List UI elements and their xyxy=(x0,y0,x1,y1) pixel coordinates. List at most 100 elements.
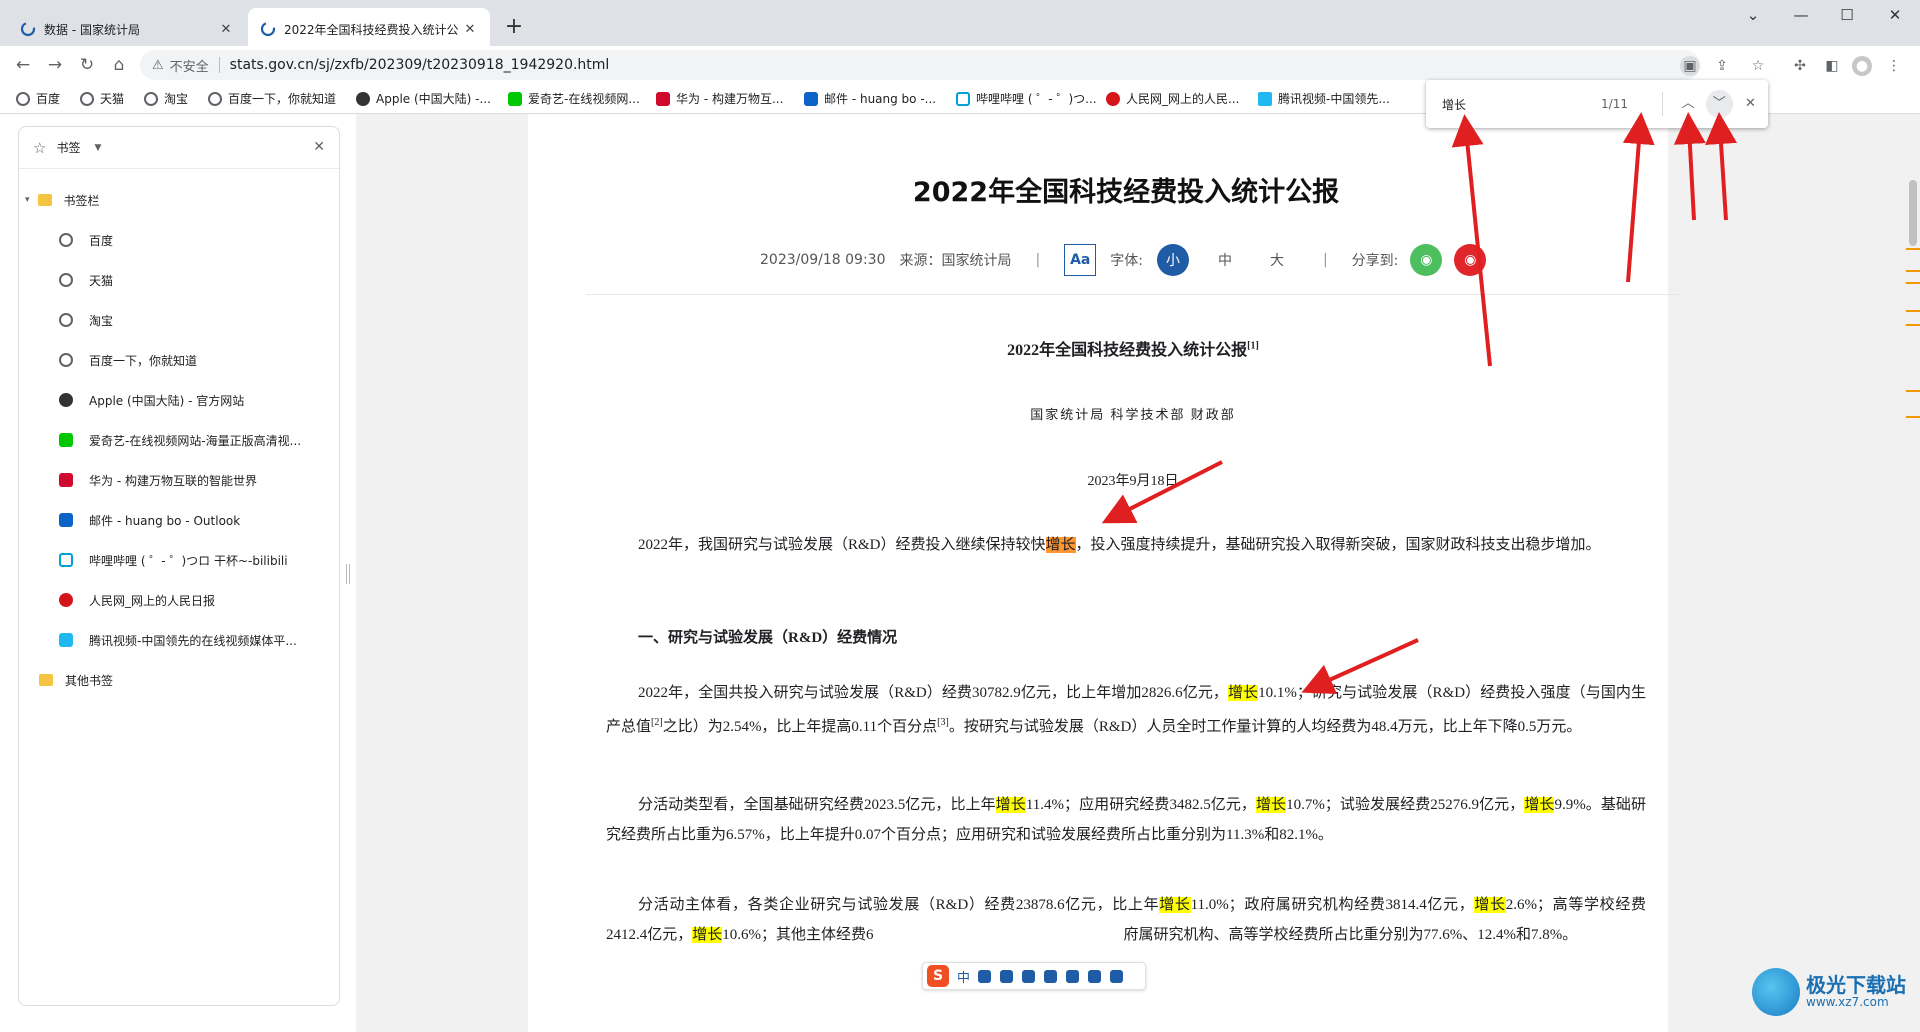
stats-favicon-icon xyxy=(20,21,36,37)
sidebar-item-outlook[interactable]: 邮件 - huang bo - Outlook xyxy=(59,505,240,535)
folder-other-bookmarks[interactable]: 其他书签 xyxy=(39,665,113,695)
page-scrollbar[interactable] xyxy=(1906,114,1920,1032)
watermark-name: 极光下载站 xyxy=(1806,973,1906,997)
iqiyi-icon xyxy=(59,433,73,447)
maximize-button[interactable]: ☐ xyxy=(1824,0,1870,32)
sidebar-item-taobao[interactable]: 淘宝 xyxy=(59,305,113,335)
stats-favicon-icon xyxy=(260,21,276,37)
expand-arrow-icon[interactable]: ▾ xyxy=(25,195,30,205)
home-button[interactable]: ⌂ xyxy=(106,52,132,78)
match-marker xyxy=(1906,310,1920,312)
side-panel-title[interactable]: 书签 xyxy=(56,139,80,156)
sogou-logo-icon[interactable]: S xyxy=(927,965,949,987)
scrollbar-thumb[interactable] xyxy=(1909,180,1917,246)
tab-strip: 数据 - 国家统计局 ✕ 2022年全国科技经费投入统计公 ✕ + ⌄ — ☐ … xyxy=(0,0,1920,50)
font-large-button[interactable]: 大 xyxy=(1261,244,1293,276)
omnibox-divider xyxy=(218,57,220,73)
microphone-icon[interactable] xyxy=(1000,969,1014,983)
star-icon: ☆ xyxy=(33,138,47,157)
footnote-ref[interactable]: [1] xyxy=(1247,341,1259,352)
wechat-share-icon[interactable]: ◉ xyxy=(1410,244,1443,276)
ime-toolbar: S 中 xyxy=(922,962,1146,990)
settings-gear-icon[interactable] xyxy=(1110,969,1124,983)
bookmark-people[interactable]: 人民网_网上的人民... xyxy=(1106,90,1239,107)
sidebar-item-people[interactable]: 人民网_网上的人民日报 xyxy=(59,585,215,615)
tab-close-icon[interactable]: ✕ xyxy=(462,22,478,37)
bookmark-tmall[interactable]: 天猫 xyxy=(80,90,124,107)
tab-stats-data[interactable]: 数据 - 国家统计局 ✕ xyxy=(8,8,246,50)
back-button[interactable]: ← xyxy=(10,52,36,78)
insecure-label[interactable]: 不安全 xyxy=(170,56,209,75)
toolbox-icon[interactable] xyxy=(1088,969,1102,983)
tab-search-icon[interactable]: ⌄ xyxy=(1730,0,1776,32)
side-panel-resize-handle[interactable] xyxy=(346,564,350,584)
font-medium-button[interactable]: 中 xyxy=(1209,244,1241,276)
article-source: 来源：国家统计局 xyxy=(899,253,1012,269)
footnote-ref[interactable]: [2] xyxy=(651,717,663,728)
apple-icon xyxy=(356,91,370,106)
side-panel-close-icon[interactable]: ✕ xyxy=(313,139,325,155)
bookmark-star-icon[interactable]: ☆ xyxy=(1748,56,1768,76)
folder-bookmarks-bar[interactable]: ▾ 书签栏 xyxy=(25,185,100,215)
text-size-toggle-button[interactable]: Aa xyxy=(1064,244,1097,276)
outlook-icon xyxy=(804,91,818,106)
find-input[interactable]: 增长 xyxy=(1442,96,1597,113)
punctuation-icon[interactable] xyxy=(978,969,992,983)
tab-title: 2022年全国科技经费投入统计公 xyxy=(284,22,459,37)
dropdown-arrow-icon[interactable]: ▼ xyxy=(94,143,101,153)
sidebar-item-bilibili[interactable]: 哔哩哔哩 ( ゜- ゜)つロ 干杯~-bilibili xyxy=(59,545,288,575)
extensions-icon[interactable]: ✣ xyxy=(1790,56,1810,76)
bookmark-baidu[interactable]: 百度 xyxy=(16,90,60,107)
find-next-chevron-down-icon[interactable]: ﹀ xyxy=(1705,90,1733,118)
sidebar-item-huawei[interactable]: 华为 - 构建万物互联的智能世界 xyxy=(59,465,257,495)
sidebar-item-baidu-search[interactable]: 百度一下，你就知道 xyxy=(59,345,197,375)
bookmark-huawei[interactable]: 华为 - 构建万物互... xyxy=(656,90,783,107)
warning-icon[interactable]: ⚠ xyxy=(152,58,164,73)
find-previous-chevron-up-icon[interactable]: ︿ xyxy=(1675,90,1702,118)
tab-article[interactable]: 2022年全国科技经费投入统计公 ✕ xyxy=(248,8,490,50)
forward-button[interactable]: → xyxy=(42,52,68,78)
profile-avatar-icon[interactable]: ● xyxy=(1852,56,1872,76)
paragraph-intro: 2022年，我国研究与试验发展（R&D）经费投入继续保持较快增长，投入强度持续提… xyxy=(638,537,1601,553)
close-window-button[interactable]: ✕ xyxy=(1872,0,1918,32)
reload-button[interactable]: ↻ xyxy=(74,52,100,78)
menu-kebab-icon[interactable]: ⋮ xyxy=(1884,56,1904,76)
sidebar-item-baidu[interactable]: 百度 xyxy=(59,225,113,255)
bookmark-apple[interactable]: Apple (中国大陆) -... xyxy=(356,90,491,107)
document-date: 2023年9月18日 xyxy=(1087,474,1179,489)
weibo-share-icon[interactable]: ◉ xyxy=(1454,244,1487,276)
keyboard-icon[interactable] xyxy=(1022,969,1036,983)
outlook-icon xyxy=(59,513,73,527)
ime-mode-toggle[interactable]: 中 xyxy=(957,967,970,986)
url-text[interactable]: stats.gov.cn/sj/zxfb/202309/t20230918_19… xyxy=(230,57,610,73)
search-match: 增长 xyxy=(1255,797,1287,813)
find-close-icon[interactable]: ✕ xyxy=(1737,90,1764,118)
minimize-button[interactable]: — xyxy=(1778,0,1824,32)
emoji-icon[interactable] xyxy=(1066,969,1080,983)
find-in-page-bar: 增长 1/11 ︿ ﹀ ✕ xyxy=(1426,80,1768,128)
sidebar-item-iqiyi[interactable]: 爱奇艺-在线视频网站-海量正版高清视... xyxy=(59,425,301,455)
bookmark-iqiyi[interactable]: 爱奇艺-在线视频网... xyxy=(508,90,640,107)
bilibili-icon xyxy=(956,91,970,106)
side-panel-icon[interactable]: ◧ xyxy=(1822,56,1842,76)
skin-icon[interactable] xyxy=(1044,969,1058,983)
bookmark-baidu-search[interactable]: 百度一下，你就知道 xyxy=(208,90,336,107)
bookmark-taobao[interactable]: 淘宝 xyxy=(144,90,188,107)
share-icon[interactable]: ⇪ xyxy=(1712,56,1732,76)
find-in-page-icon[interactable]: ▣ xyxy=(1680,56,1700,76)
match-marker xyxy=(1906,416,1920,418)
sidebar-item-apple[interactable]: Apple (中国大陆) - 官方网站 xyxy=(59,385,244,415)
new-tab-button[interactable]: + xyxy=(500,14,528,42)
bookmark-outlook[interactable]: 邮件 - huang bo -... xyxy=(804,90,936,107)
address-bar[interactable]: ⚠ 不安全 stats.gov.cn/sj/zxfb/202309/t20230… xyxy=(140,50,1700,80)
iqiyi-icon xyxy=(508,91,522,106)
sidebar-item-tencent-video[interactable]: 腾讯视频-中国领先的在线视频媒体平... xyxy=(59,625,297,655)
bookmark-bilibili[interactable]: 哔哩哔哩 ( ゜- ゜)つ... xyxy=(956,90,1097,107)
search-match: 增长 xyxy=(1227,685,1259,701)
footnote-ref[interactable]: [3] xyxy=(937,717,949,728)
tab-close-icon[interactable]: ✕ xyxy=(218,22,234,37)
bookmark-tencent-video[interactable]: 腾讯视频-中国领先... xyxy=(1258,90,1390,107)
font-small-button[interactable]: 小 xyxy=(1156,244,1189,276)
sidebar-item-tmall[interactable]: 天猫 xyxy=(59,265,113,295)
find-divider xyxy=(1661,92,1663,116)
